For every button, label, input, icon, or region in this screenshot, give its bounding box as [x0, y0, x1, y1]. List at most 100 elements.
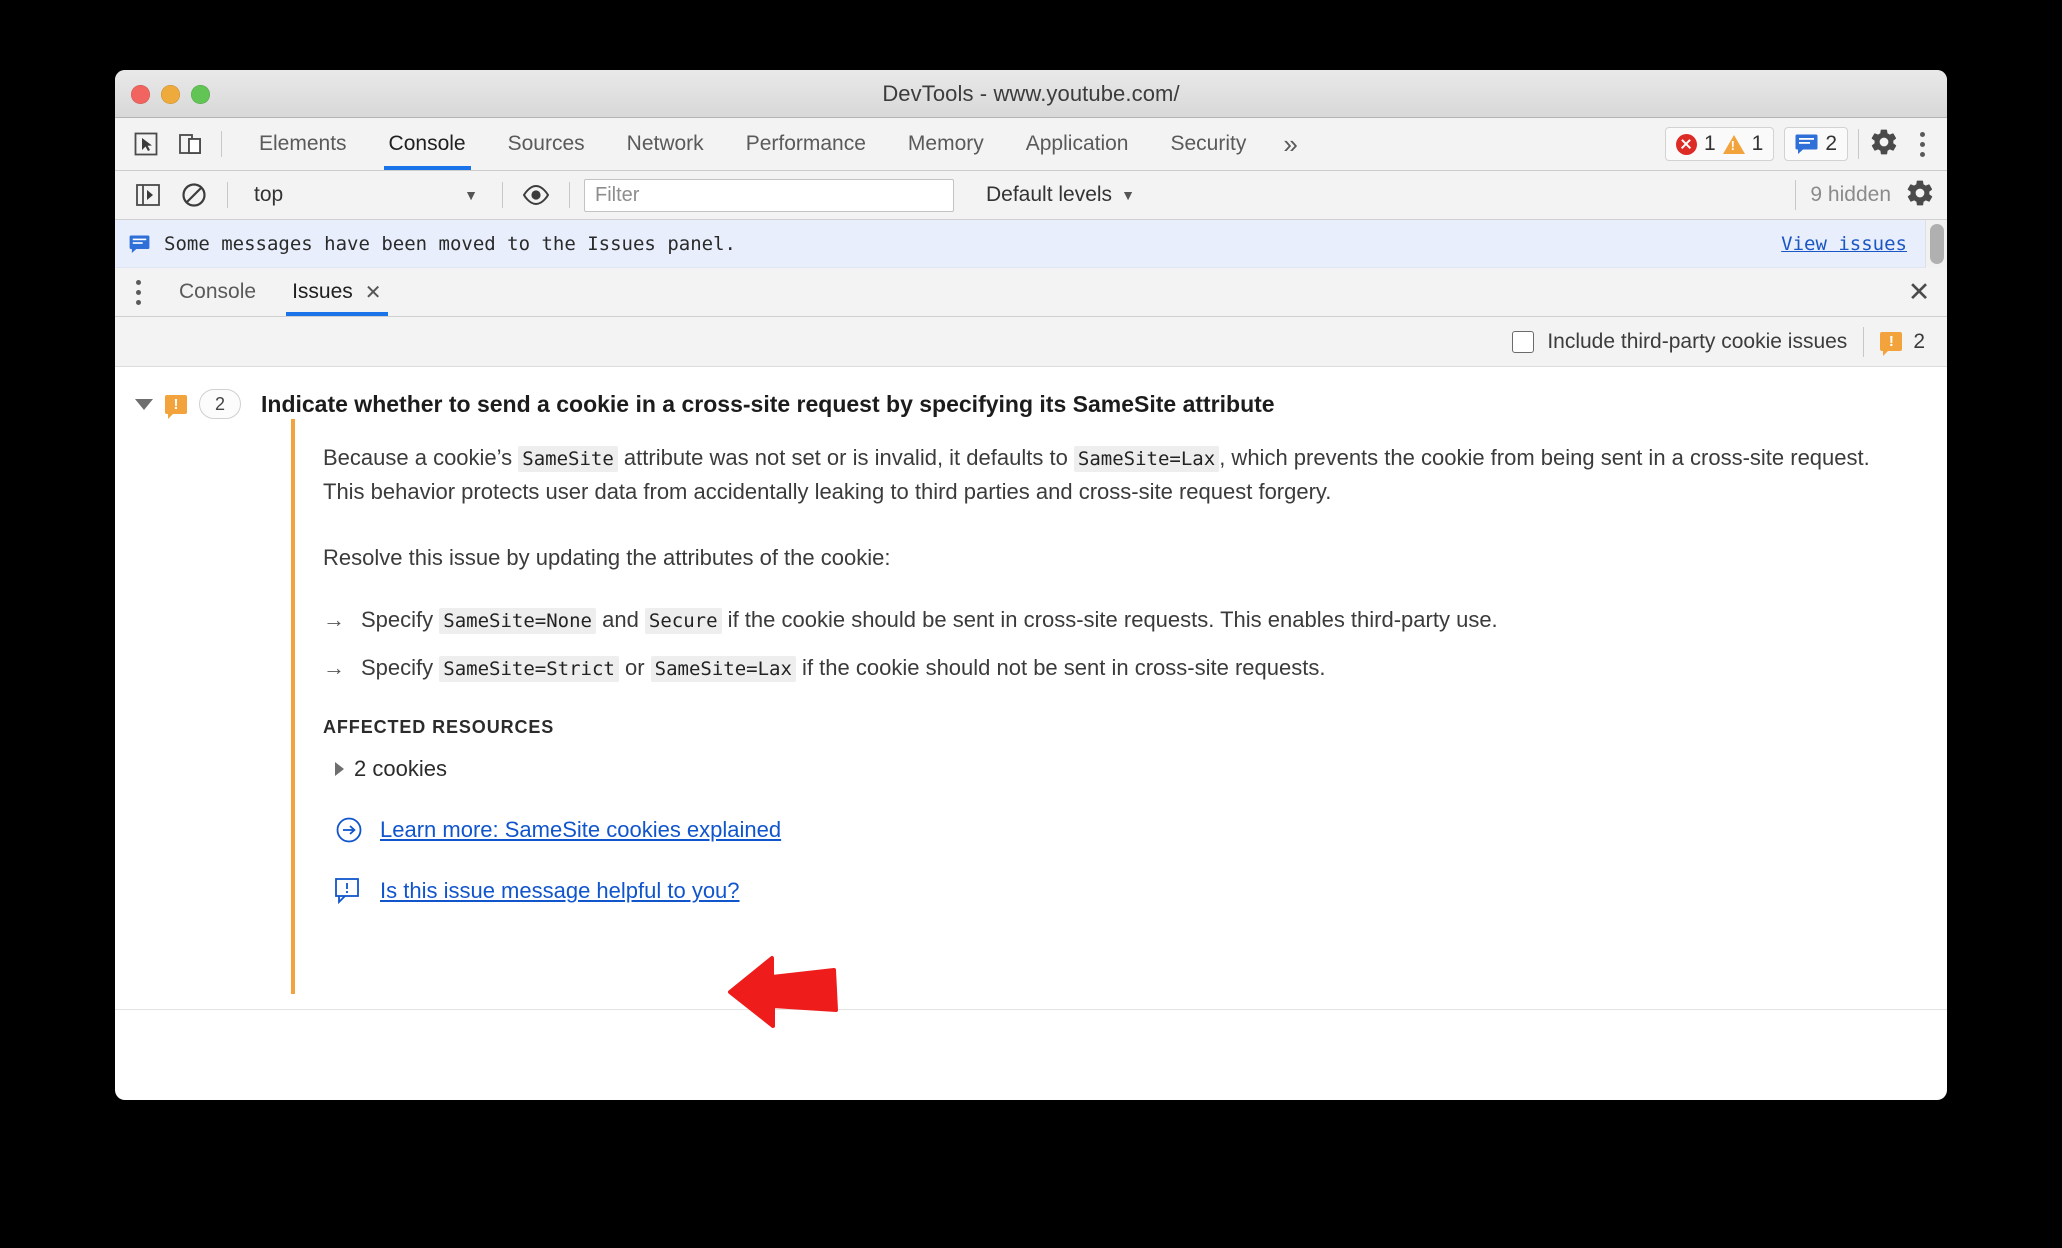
bullet-2-content: Specify SameSite=Strict or SameSite=Lax …	[361, 655, 1326, 683]
issue-warning-icon: !	[1880, 332, 1903, 356]
issue-title: Indicate whether to send a cookie in a c…	[261, 390, 1275, 417]
warning-count: 1	[1751, 132, 1764, 155]
device-toolbar-icon[interactable]	[171, 125, 209, 163]
issue-detail-body: Because a cookie’s SameSite attribute wa…	[291, 419, 1947, 994]
issue-header-row[interactable]: ! 2 Indicate whether to send a cookie in…	[115, 367, 1947, 419]
learn-more-link[interactable]: Learn more: SameSite cookies explained	[380, 817, 781, 843]
expand-collapse-icon[interactable]	[129, 398, 159, 410]
tab-elements[interactable]: Elements	[238, 118, 368, 170]
tab-sources[interactable]: Sources	[487, 118, 606, 170]
bullet2-text-c: if the cookie should not be sent in cros…	[795, 655, 1326, 681]
execution-context-value: top	[254, 183, 284, 206]
drawer-tab-console[interactable]: Console	[161, 268, 274, 316]
tabbar-divider	[221, 131, 222, 157]
tab-console[interactable]: Console	[368, 118, 487, 170]
live-expression-eye-icon[interactable]	[517, 176, 555, 214]
code-samesite-lax-2: SameSite=Lax	[650, 656, 796, 683]
code-samesite-none: SameSite=None	[439, 608, 596, 635]
filterbar-divider-2	[502, 182, 503, 208]
settings-gear-icon[interactable]	[1869, 127, 1899, 162]
log-levels-select[interactable]: Default levels ▼	[978, 183, 1143, 207]
maximize-window-button[interactable]	[191, 84, 210, 104]
error-warning-counts[interactable]: 1 1	[1664, 127, 1775, 161]
hidden-messages-count: 9 hidden	[1810, 183, 1891, 206]
feedback-row: Is this issue message helpful to you?	[335, 878, 1947, 905]
devtools-window: DevTools - www.youtube.com/ Elements Con…	[115, 70, 1947, 1100]
panel-tabs: Elements Console Sources Network Perform…	[238, 118, 1314, 170]
close-drawer-button[interactable]: ✕	[1891, 268, 1947, 316]
console-sidebar-toggle-icon[interactable]	[129, 176, 167, 214]
tab-label: Application	[1025, 132, 1129, 155]
minimize-window-button[interactable]	[161, 84, 180, 104]
console-info-banner: Some messages have been moved to the Iss…	[115, 220, 1947, 268]
drawer-more-options-icon[interactable]	[115, 268, 161, 316]
bullet-1-content: Specify SameSite=None and Secure if the …	[361, 607, 1498, 635]
inspect-element-icon[interactable]	[127, 125, 165, 163]
tab-label: Memory	[907, 132, 984, 155]
resolution-bullet-2: → Specify SameSite=Strict or SameSite=La…	[323, 655, 1947, 683]
close-window-button[interactable]	[131, 84, 150, 104]
drawer-tabbar: Console Issues ✕ ✕	[115, 268, 1947, 317]
bullet1-text-a: Specify	[361, 607, 440, 633]
third-party-cookie-checkbox-row[interactable]: Include third-party cookie issues	[1512, 330, 1847, 354]
code-secure: Secure	[644, 608, 722, 635]
tab-memory[interactable]: Memory	[887, 118, 1005, 170]
issue-resolve-paragraph: Resolve this issue by updating the attri…	[323, 545, 891, 571]
filterbar-divider-4	[1795, 180, 1797, 210]
execution-context-select[interactable]: top ▼	[242, 178, 488, 212]
feedback-bubble-icon	[335, 878, 359, 905]
code-samesite-lax: SameSite=Lax	[1073, 446, 1220, 472]
issues-count-badge[interactable]: 2	[1784, 127, 1848, 161]
clear-console-icon[interactable]	[175, 176, 213, 214]
screenshot-root: DevTools - www.youtube.com/ Elements Con…	[0, 0, 2062, 1248]
tab-application[interactable]: Application	[1005, 118, 1150, 170]
resolution-bullet-1: → Specify SameSite=None and Secure if th…	[323, 607, 1947, 635]
tabbar-right-cluster: 1 1 2	[1664, 118, 1947, 170]
scrollbar-thumb[interactable]	[1930, 224, 1944, 264]
affected-resources-label: AFFECTED RESOURCES	[323, 717, 555, 738]
expand-resource-icon[interactable]	[335, 762, 344, 777]
error-count: 1	[1703, 132, 1716, 155]
tab-performance[interactable]: Performance	[725, 118, 887, 170]
more-options-icon[interactable]	[1909, 127, 1935, 161]
affected-resource-label: 2 cookies	[354, 756, 447, 782]
drawer-tab-issues[interactable]: Issues ✕	[274, 268, 399, 316]
chevron-down-icon: ▼	[1121, 187, 1135, 203]
arrow-right-icon: →	[323, 607, 345, 633]
tab-label: Network	[626, 132, 704, 155]
para1-text-b: attribute was not set or is invalid, it …	[617, 445, 1074, 470]
arrow-circle-right-icon	[336, 817, 362, 843]
para1-text-a: Because a cookie’s	[323, 445, 519, 470]
drawer-tab-label: Console	[179, 280, 257, 303]
more-tabs-icon[interactable]: »	[1267, 118, 1313, 170]
code-samesite-strict: SameSite=Strict	[439, 656, 619, 683]
tab-label: Security	[1170, 132, 1247, 155]
bullet1-text-b: and	[595, 607, 645, 633]
include-third-party-checkbox[interactable]	[1512, 330, 1535, 353]
console-settings-gear-icon[interactable]	[1905, 178, 1935, 213]
filter-input[interactable]	[584, 178, 954, 212]
issues-content-panel: ! 2 Indicate whether to send a cookie in…	[115, 367, 1947, 1037]
close-icon[interactable]: ✕	[365, 280, 382, 305]
tab-network[interactable]: Network	[606, 118, 725, 170]
chevron-down-icon: ▼	[464, 187, 478, 203]
tab-label: Elements	[259, 132, 347, 155]
bullet2-text-a: Specify	[361, 655, 440, 681]
tabbar-left-icons	[115, 118, 238, 170]
issue-description-paragraph: Because a cookie’s SameSite attribute wa…	[323, 441, 1883, 509]
affected-resource-row[interactable]: 2 cookies	[335, 756, 1947, 782]
drawer-tab-label: Issues	[292, 280, 353, 303]
filterbar-divider-1	[227, 182, 228, 208]
panel-footer-divider	[115, 1009, 1947, 1037]
console-scrollbar[interactable]	[1925, 220, 1947, 268]
error-icon	[1675, 133, 1697, 155]
bullet2-text-b: or	[618, 655, 651, 681]
window-controls	[131, 70, 210, 118]
view-issues-link[interactable]: View issues	[1781, 233, 1907, 255]
filterbar-right-cluster: 9 hidden	[1795, 178, 1935, 213]
tab-security[interactable]: Security	[1149, 118, 1267, 170]
tab-label: Sources	[507, 132, 585, 155]
feedback-link[interactable]: Is this issue message helpful to you?	[380, 878, 740, 904]
window-titlebar: DevTools - www.youtube.com/	[115, 70, 1947, 118]
bullet1-text-c: if the cookie should be sent in cross-si…	[721, 607, 1498, 633]
